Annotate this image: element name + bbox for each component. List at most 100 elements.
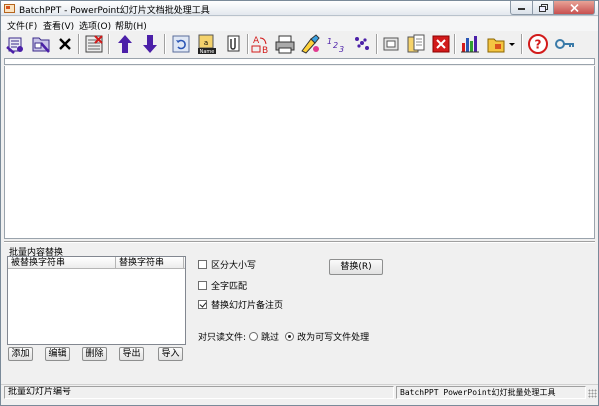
chart-button[interactable] bbox=[459, 33, 481, 55]
replace-text-button[interactable]: AB bbox=[251, 33, 273, 55]
whole-word-label: 全字匹配 bbox=[211, 281, 248, 292]
skip-label: 跳过 bbox=[261, 332, 280, 343]
status-right: BatchPPT PowerPoint幻灯批量处理工具 bbox=[396, 386, 586, 399]
toolbar-separator bbox=[376, 34, 378, 54]
svg-text:3: 3 bbox=[339, 45, 344, 54]
remove-icon bbox=[59, 38, 71, 50]
add-files-icon bbox=[6, 37, 23, 54]
register-button[interactable] bbox=[554, 33, 576, 55]
svg-text:Name: Name bbox=[200, 49, 215, 55]
case-sensitive-checkbox[interactable] bbox=[198, 259, 207, 269]
replace-notes-option[interactable]: 替换幻灯片备注页 bbox=[198, 298, 284, 311]
column-header-find[interactable]: 被替换字符串 bbox=[8, 257, 116, 269]
whole-word-checkbox[interactable] bbox=[198, 280, 207, 290]
replace-notes-checkbox[interactable] bbox=[198, 299, 207, 309]
move-down-button[interactable] bbox=[139, 33, 161, 55]
replace-list[interactable]: 被替换字符串 替换字符串 bbox=[7, 256, 186, 345]
toolbar-separator bbox=[164, 34, 166, 54]
numbering-icon: 123 bbox=[327, 37, 344, 54]
notes-icon bbox=[407, 34, 425, 53]
readonly-file-options: 对只读文件: 跳过 改为可写文件处理 bbox=[198, 330, 370, 343]
app-icon bbox=[4, 4, 15, 13]
panel-divider bbox=[4, 241, 595, 243]
svg-text:2: 2 bbox=[333, 41, 338, 50]
make-writable-radio[interactable] bbox=[285, 331, 295, 341]
delete-icon bbox=[432, 35, 450, 53]
import-button[interactable]: 导入 bbox=[158, 347, 183, 361]
folder-options-button[interactable] bbox=[486, 33, 516, 55]
move-up-button[interactable] bbox=[114, 33, 136, 55]
minimize-button[interactable] bbox=[510, 1, 533, 15]
replace-button[interactable]: 替换(R) bbox=[329, 259, 383, 275]
chart-icon bbox=[461, 36, 479, 53]
toolbar-separator bbox=[521, 34, 523, 54]
delete-button[interactable] bbox=[430, 33, 452, 55]
readonly-label: 对只读文件: bbox=[198, 332, 247, 343]
resize-grip[interactable] bbox=[588, 389, 597, 398]
dots-icon bbox=[355, 37, 369, 50]
clear-list-icon bbox=[85, 35, 103, 53]
toolbar: a Name AB 123 ? bbox=[1, 31, 598, 57]
add-folder-button[interactable] bbox=[30, 33, 52, 55]
rename-button[interactable]: a Name bbox=[196, 33, 218, 55]
case-sensitive-option[interactable]: 区分大小写 bbox=[198, 258, 257, 271]
add-files-button[interactable] bbox=[5, 33, 27, 55]
whole-word-option[interactable]: 全字匹配 bbox=[198, 279, 248, 292]
remove-button[interactable] bbox=[54, 33, 76, 55]
status-bar: 批量幻灯片编号 BatchPPT PowerPoint幻灯批量处理工具 bbox=[1, 384, 598, 399]
numbering-button[interactable]: 123 bbox=[326, 33, 348, 55]
slide-icon bbox=[383, 37, 399, 51]
toolbar-separator bbox=[78, 34, 80, 54]
move-up-icon bbox=[118, 35, 132, 53]
help-icon: ? bbox=[528, 34, 548, 54]
toolbar-separator bbox=[108, 34, 110, 54]
menu-bar: 文件(F) 查看(V) 选项(O) 帮助(H) bbox=[1, 17, 598, 32]
slide-button[interactable] bbox=[380, 33, 402, 55]
toolbar-separator bbox=[247, 34, 249, 54]
column-header-replace[interactable]: 替换字符串 bbox=[116, 257, 184, 269]
skip-radio[interactable] bbox=[249, 331, 259, 341]
export-button[interactable]: 导出 bbox=[119, 347, 144, 361]
add-folder-icon bbox=[32, 37, 50, 53]
window-controls bbox=[510, 1, 595, 15]
add-button[interactable]: 添加 bbox=[8, 347, 33, 361]
print-button[interactable] bbox=[274, 33, 296, 55]
svg-text:B: B bbox=[262, 46, 268, 55]
move-down-icon bbox=[143, 35, 157, 53]
rename-icon: a Name bbox=[198, 34, 216, 55]
dots-button[interactable] bbox=[351, 33, 373, 55]
refresh-button[interactable] bbox=[170, 33, 192, 55]
copy-icon bbox=[227, 35, 240, 52]
restore-icon bbox=[538, 3, 548, 12]
svg-text:A: A bbox=[253, 36, 260, 46]
toolbar-separator bbox=[454, 34, 456, 54]
print-icon bbox=[275, 35, 295, 54]
replace-notes-label: 替换幻灯片备注页 bbox=[211, 300, 284, 311]
paint-icon bbox=[301, 34, 320, 54]
minimize-icon bbox=[517, 7, 525, 10]
svg-text:1: 1 bbox=[327, 37, 332, 46]
window-title: BatchPPT - PowerPoint幻灯片文档批处理工具 bbox=[19, 6, 210, 16]
edit-button[interactable]: 编辑 bbox=[45, 347, 70, 361]
case-sensitive-label: 区分大小写 bbox=[211, 260, 257, 271]
replace-text-icon: AB bbox=[251, 36, 268, 55]
paint-button[interactable] bbox=[299, 33, 321, 55]
close-button[interactable] bbox=[554, 1, 595, 15]
make-writable-label: 改为可写文件处理 bbox=[297, 332, 370, 343]
close-icon bbox=[569, 3, 579, 12]
path-bar bbox=[4, 58, 595, 65]
title-bar: BatchPPT - PowerPoint幻灯片文档批处理工具 bbox=[1, 1, 598, 16]
replace-list-header: 被替换字符串 替换字符串 bbox=[8, 257, 185, 269]
svg-text:?: ? bbox=[535, 38, 542, 52]
file-list[interactable] bbox=[4, 66, 595, 239]
folder-options-icon bbox=[487, 38, 515, 53]
delete-entry-button[interactable]: 删除 bbox=[82, 347, 107, 361]
clear-list-button[interactable] bbox=[83, 33, 105, 55]
svg-text:a: a bbox=[204, 39, 208, 47]
notes-button[interactable] bbox=[405, 33, 427, 55]
maximize-button[interactable] bbox=[533, 1, 554, 15]
help-button[interactable]: ? bbox=[527, 33, 549, 55]
refresh-icon bbox=[172, 35, 190, 53]
copy-button[interactable] bbox=[222, 33, 244, 55]
app-window: BatchPPT - PowerPoint幻灯片文档批处理工具 文件(F) 查看… bbox=[0, 0, 599, 406]
